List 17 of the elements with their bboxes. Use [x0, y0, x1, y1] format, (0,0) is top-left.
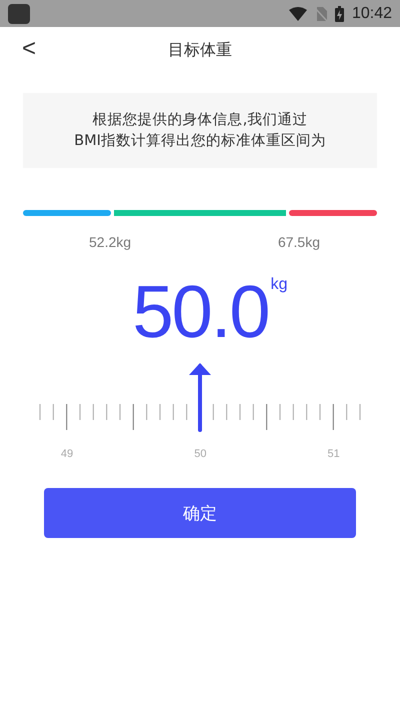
ruler-label: 50	[194, 448, 206, 460]
no-sim-icon	[314, 6, 327, 20]
range-label: 52.2kg	[89, 234, 132, 250]
wifi-icon	[288, 6, 307, 20]
range-label: 67.5kg	[278, 234, 320, 250]
status-time: 10:42	[352, 4, 392, 22]
info-text: 根据您提供的身体信息,我们通过 BMI指数计算得出您的标准体重区间为	[23, 93, 377, 168]
page-title: 目标体重	[168, 40, 232, 60]
ruler-label: 49	[60, 448, 74, 460]
back-button[interactable]: <	[18, 35, 40, 63]
pointer-arrow	[189, 363, 211, 432]
confirm-button[interactable]: 确定	[44, 488, 356, 538]
app-icon	[8, 4, 30, 24]
ruler-label: 51	[328, 448, 340, 460]
weight-unit: kg	[270, 276, 288, 294]
weight-value: 50.0	[132, 274, 269, 350]
battery-charging-icon	[334, 6, 344, 22]
